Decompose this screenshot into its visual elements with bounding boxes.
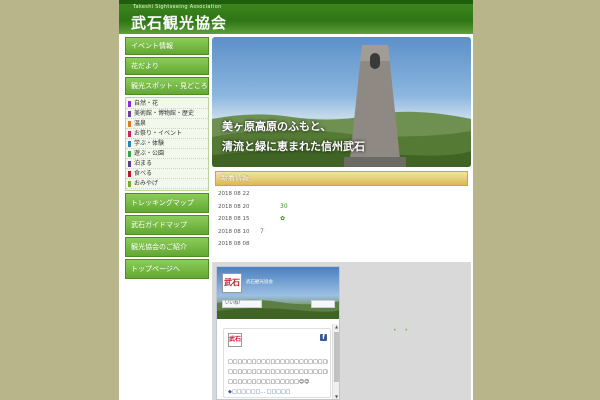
museum-marker-icon xyxy=(128,111,131,117)
news-item[interactable]: 2018 08 20 30 xyxy=(218,202,468,215)
hero-copy-line1: 美ヶ原高原のふもと、 xyxy=(222,120,332,133)
site-title[interactable]: 武石観光協会 xyxy=(131,12,227,33)
hero-copy-line2: 清流と緑に恵まれた信州武石 xyxy=(222,140,365,153)
nav-association-intro[interactable]: 観光協会のご紹介 xyxy=(125,237,209,257)
eat-marker-icon xyxy=(128,171,131,177)
facebook-area: 武石 武石観光協会 いいね！ 武石 f □□□□□□□□□□□□□□□□□□□□… xyxy=(212,262,471,400)
sub-item-label: 自然・花 xyxy=(134,100,159,107)
sub-item-park[interactable]: 遊ぶ・公園 xyxy=(126,149,208,159)
news-date: 2018 08 10 xyxy=(218,228,250,235)
sub-item-label: 泊まる xyxy=(134,160,153,167)
learn-marker-icon xyxy=(128,141,131,147)
sightseeing-sub-list: 自然・花 美術館・博物館・歴史 温泉 お祭り・イベント 学ぶ・体験 遊ぶ・公園 … xyxy=(125,97,209,191)
nav-guide-map[interactable]: 武石ガイドマップ xyxy=(125,215,209,235)
nature-marker-icon xyxy=(128,101,131,107)
sub-item-souvenir[interactable]: おみやげ xyxy=(126,179,208,189)
sub-item-stay[interactable]: 泊まる xyxy=(126,159,208,169)
sidebar-nav: イベント情報 花だより 観光スポット・見どころ 自然・花 美術館・博物館・歴史 … xyxy=(125,37,209,281)
nav-top-page[interactable]: トップページへ xyxy=(125,259,209,279)
news-title[interactable]: 7 xyxy=(260,228,264,235)
scrollbar-thumb[interactable] xyxy=(334,332,339,382)
facebook-post: 武石 f □□□□□□□□□□□□□□□□□□□□□□□□□□□□□□😊 □□□… xyxy=(223,328,331,398)
sub-item-eat[interactable]: 食べる xyxy=(126,169,208,179)
facebook-page-widget: 武石 武石観光協会 いいね！ 武石 f □□□□□□□□□□□□□□□□□□□□… xyxy=(216,266,340,400)
sub-item-festival[interactable]: お祭り・イベント xyxy=(126,129,208,139)
nav-flower-news[interactable]: 花だより xyxy=(125,57,209,75)
scroll-up-icon[interactable]: ▲ xyxy=(333,324,339,330)
site-wrapper: Takeshi Sightseeing Association 武石観光協会 イ… xyxy=(119,0,473,400)
nav-event-info[interactable]: イベント情報 xyxy=(125,37,209,55)
sub-item-label: 学ぶ・体験 xyxy=(134,140,165,147)
sub-item-onsen[interactable]: 温泉 xyxy=(126,119,208,129)
facebook-scrollbar[interactable]: ▲ ▼ xyxy=(332,324,339,399)
facebook-page-name[interactable]: 武石観光協会 xyxy=(246,279,273,285)
nav-sightseeing-spots[interactable]: 観光スポット・見どころ xyxy=(125,77,209,95)
sub-item-nature[interactable]: 自然・花 xyxy=(126,99,208,109)
stay-marker-icon xyxy=(128,161,131,167)
news-item[interactable]: 2018 08 22 xyxy=(218,189,468,202)
scroll-down-icon[interactable]: ▼ xyxy=(333,394,339,399)
sub-item-label: 美術館・博物館・歴史 xyxy=(134,110,195,117)
facebook-share-button[interactable] xyxy=(311,300,335,308)
news-heading: 新着情報 xyxy=(215,171,468,186)
post-text-line: □□□□□□□□□□□□□□□□□□□□□□□□□□□□□□😊 xyxy=(228,359,328,365)
news-date: 2018 08 20 xyxy=(218,203,250,210)
nav-trekking-map[interactable]: トレッキングマップ xyxy=(125,193,209,213)
news-title[interactable]: ✿ xyxy=(280,215,285,222)
news-list: 2018 08 22 2018 08 20 30 2018 08 15 ✿ 2018… xyxy=(218,189,468,252)
loading-dots: • • xyxy=(393,327,411,334)
site-header: Takeshi Sightseeing Association 武石観光協会 xyxy=(119,0,473,34)
sub-item-label: おみやげ xyxy=(134,180,159,187)
news-date: 2018 08 15 xyxy=(218,216,250,222)
sub-item-learn[interactable]: 学ぶ・体験 xyxy=(126,139,208,149)
souvenir-marker-icon xyxy=(128,181,131,187)
sub-item-museum[interactable]: 美術館・博物館・歴史 xyxy=(126,109,208,119)
sub-item-label: 温泉 xyxy=(134,120,147,127)
news-date: 2018 08 22 xyxy=(218,191,250,197)
festival-marker-icon xyxy=(128,131,131,137)
site-subtitle: Takeshi Sightseeing Association xyxy=(133,4,222,10)
facebook-like-button[interactable]: いいね！ xyxy=(222,300,262,308)
post-see-more-link[interactable]: ◆□□□□□□… □□□□□ xyxy=(228,389,328,395)
news-item[interactable]: 2018 08 15 ✿ xyxy=(218,214,468,227)
hero-banner: 美ヶ原高原のふもと、 清流と緑に恵まれた信州武石 xyxy=(212,37,471,167)
post-text-line: □□□□□□□□□□□□□□□😊😊 xyxy=(228,379,310,385)
sub-item-label: 遊ぶ・公園 xyxy=(134,150,165,157)
news-item[interactable]: 2018 08 10 7 xyxy=(218,227,468,240)
news-title[interactable]: 30 xyxy=(280,203,288,210)
news-item[interactable]: 2018 08 08 xyxy=(218,239,468,252)
park-marker-icon xyxy=(128,151,131,157)
sub-item-label: 食べる xyxy=(134,170,153,177)
facebook-page-logo[interactable]: 武石 xyxy=(222,273,242,293)
post-author-avatar[interactable]: 武石 xyxy=(228,333,242,347)
facebook-f-icon[interactable]: f xyxy=(320,334,327,341)
sub-item-label: お祭り・イベント xyxy=(134,130,183,137)
post-text-line: □□□□□□□□□□□□□□□□□□□□□□□□□□□□□□□ xyxy=(228,369,328,375)
onsen-marker-icon xyxy=(128,121,131,127)
news-date: 2018 08 08 xyxy=(218,241,250,247)
